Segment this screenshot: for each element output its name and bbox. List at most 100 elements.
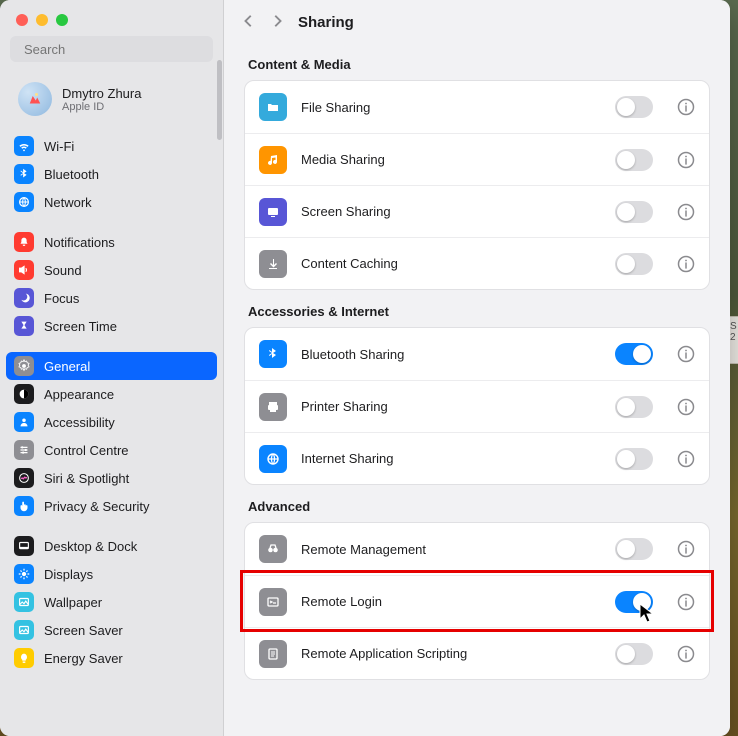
setting-row-filesharing[interactable]: File Sharing <box>245 81 709 133</box>
info-button[interactable] <box>677 98 695 116</box>
remoteappscripting-toggle[interactable] <box>615 643 653 665</box>
back-button[interactable] <box>242 14 256 31</box>
sidebar-item-wallpaper[interactable]: Wallpaper <box>6 588 217 616</box>
info-button[interactable] <box>677 450 695 468</box>
sidebar-item-focus[interactable]: Focus <box>6 284 217 312</box>
remotemanagement-icon <box>259 535 287 563</box>
sidebar-item-label: Focus <box>44 291 79 306</box>
info-button[interactable] <box>677 398 695 416</box>
sidebar-item-screentime[interactable]: Screen Time <box>6 312 217 340</box>
sidebar-item-network[interactable]: Network <box>6 188 217 216</box>
remoteappscripting-icon <box>259 640 287 668</box>
main-panel: Sharing Content & Media File Sharing Media… <box>224 0 730 736</box>
info-button[interactable] <box>677 345 695 363</box>
setting-row-remotelogin[interactable]: Remote Login <box>245 575 709 627</box>
contentcaching-toggle[interactable] <box>615 253 653 275</box>
sidebar-item-siri[interactable]: Siri & Spotlight <box>6 464 217 492</box>
info-button[interactable] <box>677 203 695 221</box>
sidebar-item-privacy[interactable]: Privacy & Security <box>6 492 217 520</box>
internetsharing-icon <box>259 445 287 473</box>
search-input[interactable] <box>24 42 205 57</box>
sidebar-list[interactable]: Wi-FiBluetoothNetwork Notifications Sound F… <box>0 126 223 736</box>
internetsharing-toggle[interactable] <box>615 448 653 470</box>
info-button[interactable] <box>677 645 695 663</box>
search-field[interactable] <box>10 36 213 62</box>
sidebar-item-label: Screen Time <box>44 319 117 334</box>
sidebar-item-label: Notifications <box>44 235 115 250</box>
setting-row-contentcaching[interactable]: Content Caching <box>245 237 709 289</box>
window-traffic-lights <box>0 0 223 36</box>
sidebar-item-label: Wallpaper <box>44 595 102 610</box>
forward-button[interactable] <box>270 14 284 31</box>
screentime-icon <box>14 316 34 336</box>
sidebar-item-accessibility[interactable]: Accessibility <box>6 408 217 436</box>
remotelogin-toggle[interactable] <box>615 591 653 613</box>
sidebar-item-desktopdock[interactable]: Desktop & Dock <box>6 532 217 560</box>
system-settings-window: Dmytro Zhura Apple ID Wi-FiBluetoothNetw… <box>0 0 730 736</box>
sidebar-item-bluetooth[interactable]: Bluetooth <box>6 160 217 188</box>
minimize-window-button[interactable] <box>36 14 48 26</box>
setting-label: Media Sharing <box>301 152 601 167</box>
page-title: Sharing <box>298 14 354 31</box>
sidebar-item-appearance[interactable]: Appearance <box>6 380 217 408</box>
setting-label: Internet Sharing <box>301 451 601 466</box>
avatar <box>18 82 52 116</box>
info-button[interactable] <box>677 255 695 273</box>
sidebar-item-controlcentre[interactable]: Control Centre <box>6 436 217 464</box>
printersharing-toggle[interactable] <box>615 396 653 418</box>
setting-label: Screen Sharing <box>301 204 601 219</box>
info-button[interactable] <box>677 540 695 558</box>
close-window-button[interactable] <box>16 14 28 26</box>
setting-row-printersharing[interactable]: Printer Sharing <box>245 380 709 432</box>
sidebar-item-label: Displays <box>44 567 93 582</box>
bluetoothsharing-icon <box>259 340 287 368</box>
wallpaper-icon <box>14 592 34 612</box>
sidebar-item-notifications[interactable]: Notifications <box>6 228 217 256</box>
siri-icon <box>14 468 34 488</box>
setting-label: Bluetooth Sharing <box>301 347 601 362</box>
settings-body: Content & Media File Sharing Media Sharing… <box>224 37 730 700</box>
network-icon <box>14 192 34 212</box>
mediasharing-toggle[interactable] <box>615 149 653 171</box>
screensharing-toggle[interactable] <box>615 201 653 223</box>
sidebar-scrollbar-thumb[interactable] <box>217 60 222 140</box>
sidebar-item-wifi[interactable]: Wi-Fi <box>6 132 217 160</box>
printersharing-icon <box>259 393 287 421</box>
sidebar-item-energysaver[interactable]: Energy Saver <box>6 644 217 672</box>
sidebar-item-label: Sound <box>44 263 82 278</box>
setting-row-screensharing[interactable]: Screen Sharing <box>245 185 709 237</box>
remotemanagement-toggle[interactable] <box>615 538 653 560</box>
sidebar-item-general[interactable]: General <box>6 352 217 380</box>
sidebar-item-sound[interactable]: Sound <box>6 256 217 284</box>
setting-row-remoteappscripting[interactable]: Remote Application Scripting <box>245 627 709 679</box>
focus-icon <box>14 288 34 308</box>
info-button[interactable] <box>677 593 695 611</box>
apple-id-account[interactable]: Dmytro Zhura Apple ID <box>6 74 217 124</box>
settings-card: Bluetooth Sharing Printer Sharing Internet… <box>244 327 710 485</box>
desktopdock-icon <box>14 536 34 556</box>
sidebar-item-label: General <box>44 359 90 374</box>
setting-row-internetsharing[interactable]: Internet Sharing <box>245 432 709 484</box>
setting-label: Printer Sharing <box>301 399 601 414</box>
sidebar-item-displays[interactable]: Displays <box>6 560 217 588</box>
privacy-icon <box>14 496 34 516</box>
account-name: Dmytro Zhura <box>62 86 141 101</box>
section-heading: Content & Media <box>248 57 706 72</box>
setting-row-remotemanagement[interactable]: Remote Management <box>245 523 709 575</box>
setting-label: Content Caching <box>301 256 601 271</box>
sidebar-item-label: Screen Saver <box>44 623 123 638</box>
sidebar-item-label: Control Centre <box>44 443 129 458</box>
settings-card: File Sharing Media Sharing Screen Sharing C… <box>244 80 710 290</box>
bluetoothsharing-toggle[interactable] <box>615 343 653 365</box>
setting-row-mediasharing[interactable]: Media Sharing <box>245 133 709 185</box>
accessibility-icon <box>14 412 34 432</box>
maximize-window-button[interactable] <box>56 14 68 26</box>
info-button[interactable] <box>677 151 695 169</box>
appearance-icon <box>14 384 34 404</box>
filesharing-toggle[interactable] <box>615 96 653 118</box>
setting-row-bluetoothsharing[interactable]: Bluetooth Sharing <box>245 328 709 380</box>
wifi-icon <box>14 136 34 156</box>
sidebar-item-screensaver[interactable]: Screen Saver <box>6 616 217 644</box>
contentcaching-icon <box>259 250 287 278</box>
settings-card: Remote ManagementRemote LoginRemote Appl… <box>244 522 710 680</box>
